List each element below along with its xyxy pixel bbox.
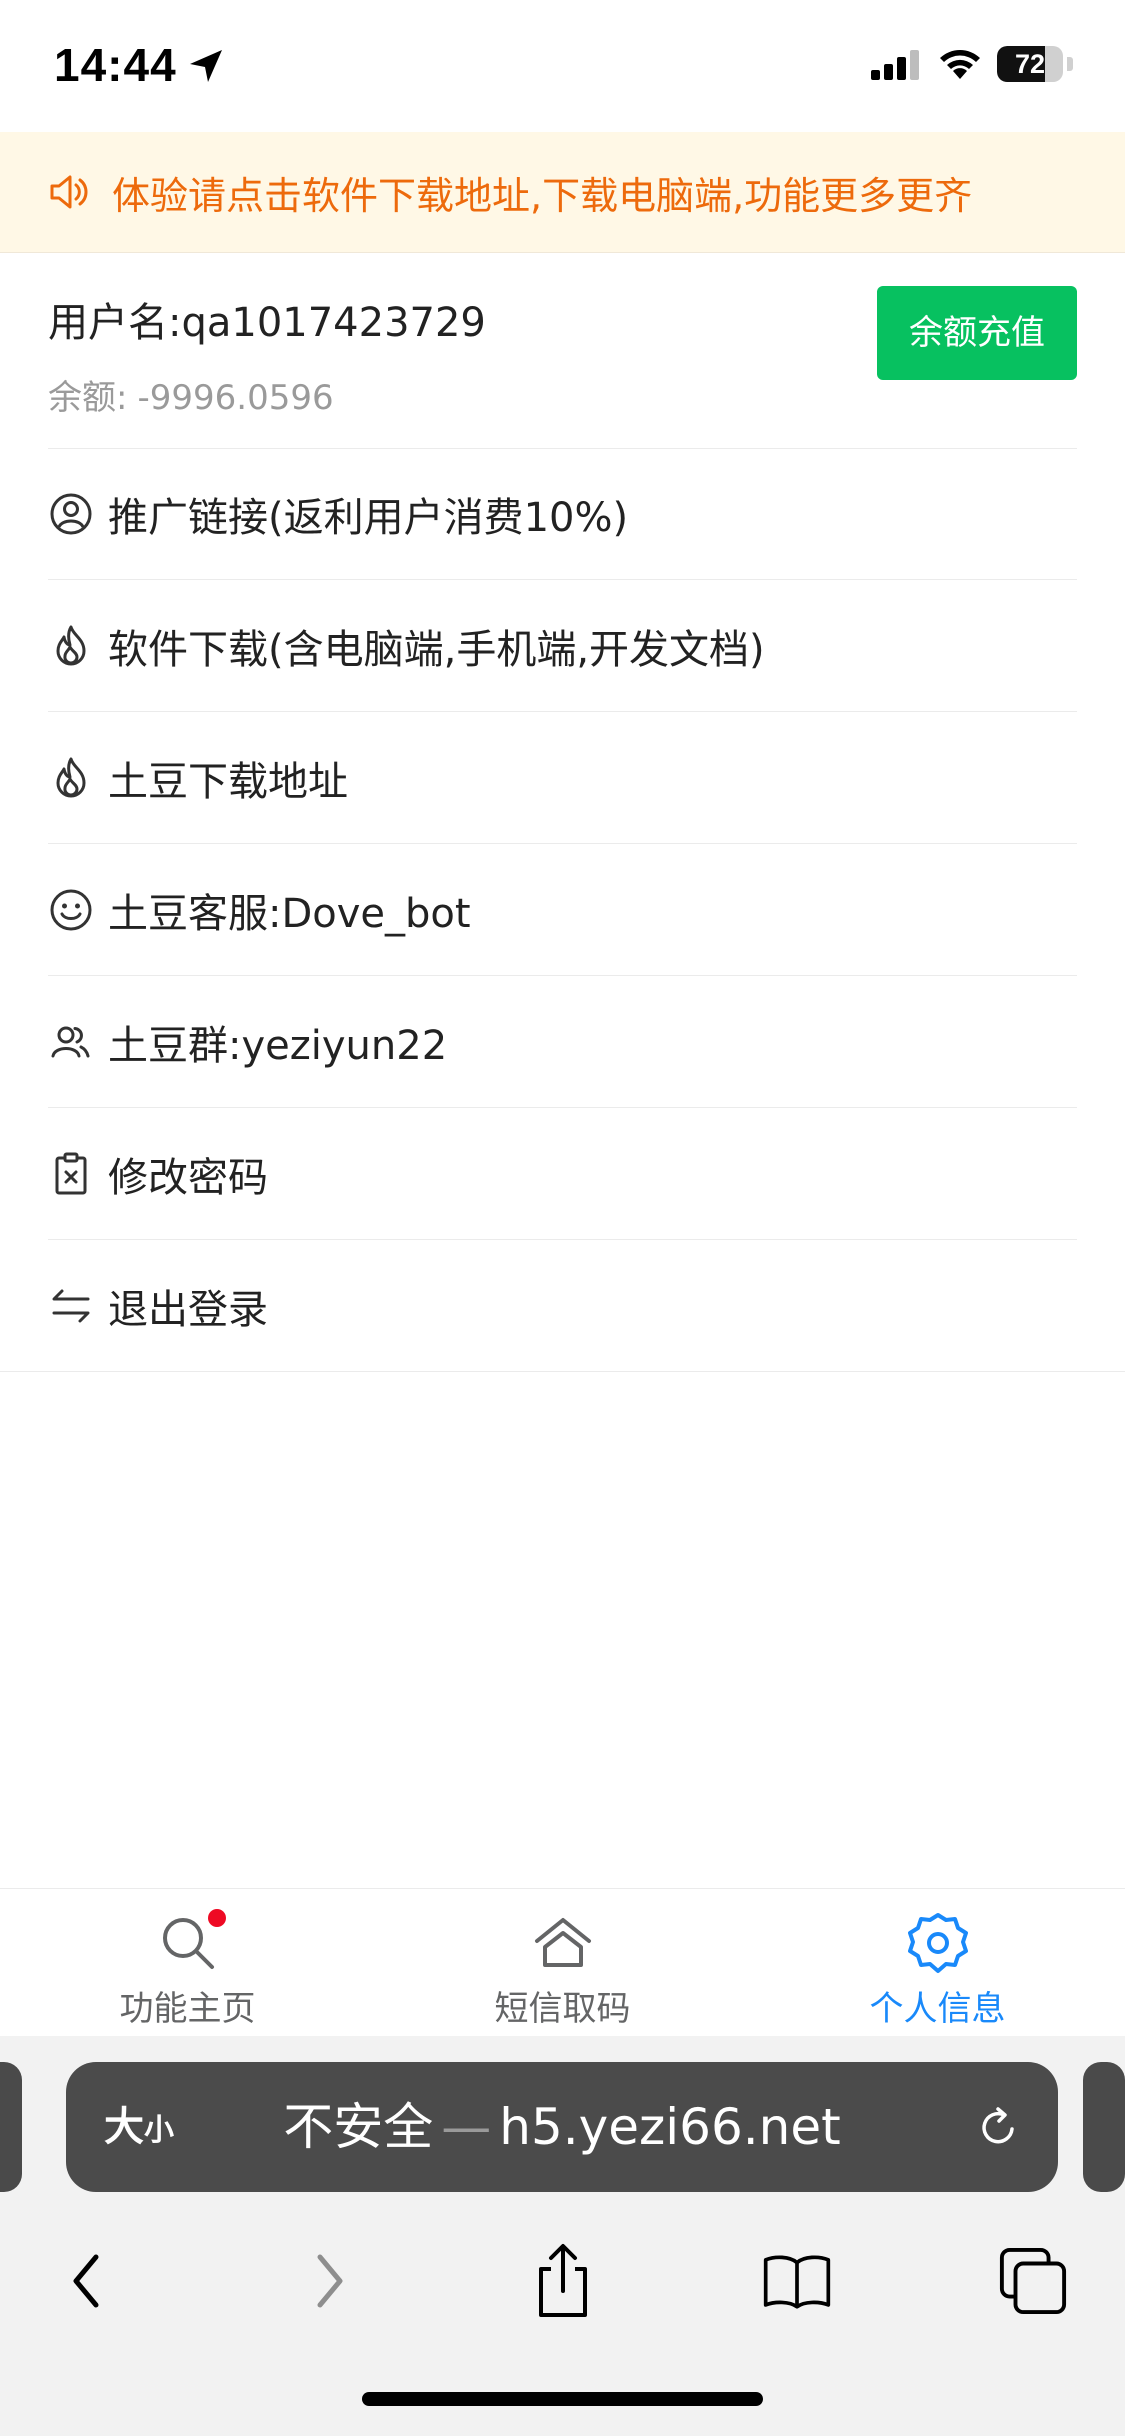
status-indicators: 72 — [871, 46, 1073, 82]
notice-text: 体验请点击软件下载地址,下载电脑端,功能更多更齐 — [112, 173, 973, 218]
menu-item-label: 土豆群:yeziyun22 — [108, 1023, 448, 1069]
menu-item-software-download[interactable]: 软件下载(含电脑端,手机端,开发文档) — [0, 580, 1125, 712]
tab-sms-code[interactable]: 短信取码 — [375, 1889, 750, 2037]
balance-label: 余额: — [48, 378, 128, 418]
fire-icon — [48, 623, 94, 669]
tab-label: 功能主页 — [119, 1989, 256, 2029]
menu-item-tudou-download[interactable]: 土豆下载地址 — [0, 712, 1125, 844]
menu-item-label: 退出登录 — [108, 1287, 268, 1333]
wifi-icon — [940, 50, 980, 79]
friends-icon — [48, 1019, 94, 1065]
chevron-left-icon — [73, 2254, 99, 2308]
battery-indicator: 72 — [997, 46, 1063, 82]
menu-item-change-password[interactable]: 修改密码 — [0, 1108, 1125, 1240]
previous-tab-preview[interactable] — [0, 2062, 22, 2192]
forward-button[interactable] — [294, 2246, 364, 2316]
tab-personal-info[interactable]: 个人信息 — [750, 1889, 1125, 2037]
notification-dot — [207, 1909, 226, 1927]
browser-toolbar — [0, 2216, 1125, 2336]
smile-icon — [48, 887, 94, 933]
volume-icon — [50, 175, 88, 209]
balance: 余额: -9996.0596 — [48, 370, 334, 419]
user-circle-icon — [48, 491, 94, 537]
share-icon — [539, 2244, 587, 2317]
user-info: 用户名:qa1017423729 余额: -9996.0596 余额充值 — [48, 252, 1077, 449]
bottom-tab-bar: 功能主页 短信取码 个人信息 — [0, 1888, 1125, 2037]
status-bar: 14:44 72 — [0, 0, 1125, 132]
exchange-icon — [48, 1283, 94, 1329]
recharge-button[interactable]: 余额充值 — [877, 286, 1077, 380]
tab-label: 个人信息 — [869, 1989, 1006, 2029]
url-display[interactable]: 不安全 — h5.yezi66.net — [66, 2062, 1058, 2192]
tabs-icon — [999, 2247, 1067, 2315]
domain: h5.yezi66.net — [499, 2098, 841, 2156]
clipboard-x-icon — [48, 1151, 94, 1197]
username: 用户名:qa1017423729 — [48, 300, 486, 346]
fire-icon — [48, 755, 94, 801]
reload-icon[interactable] — [974, 2103, 1022, 2151]
tab-label: 短信取码 — [494, 1989, 631, 2029]
balance-value: -9996.0596 — [137, 378, 334, 418]
back-button[interactable] — [52, 2246, 122, 2316]
menu-item-referral-link[interactable]: 推广链接(返利用户消费10%) — [0, 448, 1125, 580]
share-button[interactable] — [528, 2244, 598, 2317]
next-tab-preview[interactable] — [1083, 2062, 1125, 2192]
notice-bar[interactable]: 体验请点击软件下载地址,下载电脑端,功能更多更齐 — [0, 132, 1125, 253]
search-icon — [156, 1909, 226, 1975]
status-time: 14:44 — [54, 39, 177, 91]
menu-item-label: 软件下载(含电脑端,手机端,开发文档) — [108, 627, 765, 673]
menu-item-label: 土豆客服:Dove_bot — [108, 891, 471, 937]
menu-list: 推广链接(返利用户消费10%) 软件下载(含电脑端,手机端,开发文档) 土豆下载… — [0, 448, 1125, 1372]
home-icon — [531, 1911, 595, 1975]
chevron-right-icon — [317, 2254, 343, 2308]
menu-item-group[interactable]: 土豆群:yeziyun22 — [0, 976, 1125, 1108]
address-bar[interactable]: 大小 不安全 — h5.yezi66.net — [66, 2062, 1058, 2192]
settings-icon — [906, 1911, 970, 1975]
browser-chrome: 大小 不安全 — h5.yezi66.net — [0, 2036, 1125, 2436]
tabs-button[interactable] — [998, 2246, 1068, 2316]
tab-home-features[interactable]: 功能主页 — [0, 1889, 375, 2037]
battery-tip — [1067, 57, 1073, 71]
location-arrow-icon — [190, 50, 222, 82]
home-indicator — [362, 2392, 763, 2406]
menu-item-logout[interactable]: 退出登录 — [0, 1240, 1125, 1372]
security-label: 不安全 — [283, 2098, 434, 2156]
menu-item-customer-service[interactable]: 土豆客服:Dove_bot — [0, 844, 1125, 976]
url-separator: — — [441, 2098, 492, 2156]
book-icon — [763, 2255, 831, 2309]
menu-item-label: 修改密码 — [108, 1155, 268, 1201]
cellular-signal-icon — [871, 50, 919, 80]
bookmarks-button[interactable] — [762, 2246, 832, 2316]
battery-percent: 72 — [1014, 49, 1046, 79]
menu-item-label: 推广链接(返利用户消费10%) — [108, 495, 629, 541]
menu-item-label: 土豆下载地址 — [108, 759, 348, 805]
